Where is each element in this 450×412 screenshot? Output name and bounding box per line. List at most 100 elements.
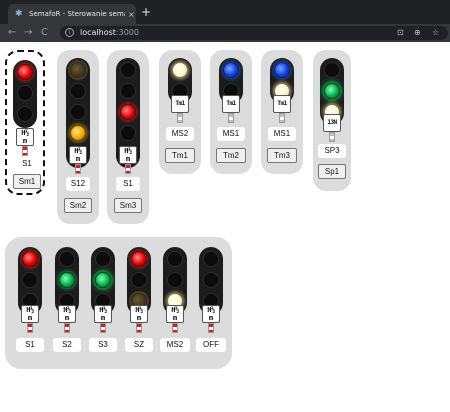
signal-name: S1 <box>16 338 44 352</box>
signal-mast <box>100 323 106 333</box>
group-signal-s3[interactable]: H½ m S3 <box>85 237 121 369</box>
signal-plate: H½ m <box>166 305 184 323</box>
signal-plate: Tm1 <box>171 95 189 113</box>
signal-name: MS2 <box>160 338 190 352</box>
signal-name: S1 <box>15 157 39 171</box>
signal-lamp-off <box>70 83 86 99</box>
signal-plate: Tm1 <box>222 95 240 113</box>
signal-card-sp3[interactable]: 13N SP3 Sp1 <box>313 50 351 191</box>
back-button[interactable]: ← <box>8 26 16 40</box>
signal-mast <box>27 323 33 333</box>
signal-mast <box>136 323 142 333</box>
signal-plate: 13N <box>323 114 341 132</box>
zoom-icon[interactable]: ⊕ <box>414 27 421 39</box>
tab-active[interactable]: ✱ SemafoR - Sterowanie semaforami × <box>8 4 136 24</box>
tab-title: SemafoR - Sterowanie semaforami <box>29 10 125 18</box>
signal-plate: Tm1 <box>273 95 291 113</box>
signal-mast <box>172 323 178 333</box>
signal-mast <box>208 323 214 333</box>
signal-name: S3 <box>89 338 117 352</box>
signal-button-sm3[interactable]: Sm3 <box>114 198 142 213</box>
signal-plate: H½ m <box>69 146 87 164</box>
signal-button-tm2[interactable]: Tm2 <box>216 148 246 163</box>
signal-button-sp1[interactable]: Sp1 <box>318 164 346 179</box>
signal-lamp-red <box>120 104 136 120</box>
signal-card-ms1[interactable]: Tm1 MS1 Tm2 <box>210 50 252 174</box>
url-text: localhost:3000 <box>80 28 139 37</box>
signal-name: S12 <box>66 177 90 191</box>
signal-mast <box>75 164 81 174</box>
new-tab-button[interactable]: + <box>141 5 151 19</box>
signal-button-tm3[interactable]: Tm3 <box>267 148 297 163</box>
signal-lamp-off <box>22 272 38 288</box>
signal-group-panel: H½ m S1 H½ m S2 H½ m S3 H½ m SZ H½ m MS2… <box>5 237 232 369</box>
signal-lamp-blue <box>223 62 239 78</box>
group-signal-s1[interactable]: H½ m S1 <box>12 237 48 369</box>
signal-name: SP3 <box>318 144 346 158</box>
signal-lamp-red <box>131 251 147 267</box>
signal-mast <box>177 113 183 123</box>
tab-bar: ✱ SemafoR - Sterowanie semaforami × + <box>0 0 450 24</box>
translate-icon[interactable]: ⊡ <box>397 27 404 39</box>
signal-mast <box>279 113 285 123</box>
signal-lamp-yellow-flashing <box>70 62 86 78</box>
close-tab-icon[interactable]: × <box>128 10 135 19</box>
app-favicon-icon: ✱ <box>15 8 23 19</box>
signal-card-ms1-b[interactable]: Tm1 MS1 Tm3 <box>261 50 303 174</box>
signal-lamp-off <box>17 85 33 101</box>
signal-lamp-green-flashing <box>324 83 340 99</box>
signal-card-s12[interactable]: H½ m S12 Sm2 <box>57 50 99 224</box>
signal-lamp-off <box>120 62 136 78</box>
signal-lamp-off <box>203 251 219 267</box>
signal-lamp-off <box>120 125 136 141</box>
signal-name: OFF <box>196 338 226 352</box>
signal-plate: H½ m <box>202 305 220 323</box>
signal-card-s1-b[interactable]: H½ m S1 Sm3 <box>107 50 149 224</box>
signal-lamp-white <box>172 62 188 78</box>
signal-lamp-off <box>324 62 340 78</box>
signal-lamp-red <box>17 64 33 80</box>
reload-button[interactable]: C <box>41 26 48 40</box>
signal-lamp-red <box>22 251 38 267</box>
signal-name: S2 <box>53 338 81 352</box>
group-signal-off[interactable]: H½ m OFF <box>193 237 229 369</box>
signal-plate: H½ m <box>94 305 112 323</box>
signal-lamp-off <box>120 83 136 99</box>
signal-lamp-blue <box>274 62 290 78</box>
signal-lamp-off <box>95 251 111 267</box>
bookmark-star-icon[interactable]: ☆ <box>432 27 439 39</box>
signal-name: S1 <box>116 177 140 191</box>
signal-card-ms2[interactable]: Tm1 MS2 Tm1 <box>159 50 201 174</box>
signal-lamp-off <box>203 272 219 288</box>
signal-head <box>13 60 37 128</box>
signal-plate: H½ m <box>119 146 137 164</box>
signal-button-tm1[interactable]: Tm1 <box>165 148 195 163</box>
signal-mast <box>125 164 131 174</box>
site-info-icon[interactable]: i <box>65 28 74 37</box>
signal-lamp-off <box>131 272 147 288</box>
signal-card-s1[interactable]: H½ m S1 Sm1 <box>5 50 45 195</box>
signal-plate: H½ m <box>130 305 148 323</box>
signal-lamp-off <box>167 272 183 288</box>
signal-name: MS1 <box>268 127 296 141</box>
signal-lamp-off <box>167 251 183 267</box>
signal-mast <box>329 132 335 142</box>
forward-button[interactable]: → <box>24 26 32 40</box>
group-signal-ms2[interactable]: H½ m MS2 <box>157 237 193 369</box>
signal-plate: H½ m <box>16 128 34 146</box>
signal-button-sm1[interactable]: Sm1 <box>13 174 41 189</box>
signal-mast <box>64 323 70 333</box>
signal-lamp-green <box>59 272 75 288</box>
signal-name: MS1 <box>217 127 245 141</box>
address-bar[interactable]: i localhost:3000 ⊡ ⊕ ☆ <box>60 26 448 40</box>
group-signal-sz[interactable]: H½ m SZ <box>121 237 157 369</box>
signal-plate: H½ m <box>21 305 39 323</box>
signal-lamp-off <box>17 106 33 122</box>
signal-mast <box>22 146 28 156</box>
signal-button-sm2[interactable]: Sm2 <box>64 198 92 213</box>
group-signal-s2[interactable]: H½ m S2 <box>49 237 85 369</box>
signal-name: MS2 <box>166 127 194 141</box>
signal-lamp-off <box>59 251 75 267</box>
signal-name: SZ <box>125 338 153 352</box>
signal-lamp-off <box>70 104 86 120</box>
